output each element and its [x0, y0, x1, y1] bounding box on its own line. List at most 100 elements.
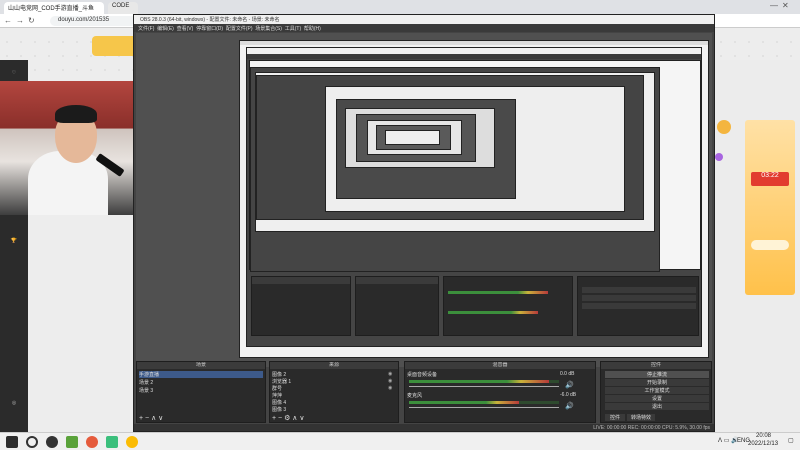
chrome-taskbar-icon[interactable]	[126, 436, 138, 448]
menu-file[interactable]: 文件(F)	[138, 26, 154, 32]
dock-header	[252, 277, 350, 284]
heart-icon[interactable]: ♡	[4, 70, 24, 76]
close-icon[interactable]: ✕	[782, 1, 789, 10]
promo-card[interactable]: 03:22	[745, 120, 795, 295]
minimize-icon[interactable]: —	[770, 1, 778, 10]
button-label: 设置	[651, 396, 662, 402]
nested-screen-1	[239, 40, 709, 358]
status-text: LIVE: 00:00:00 REC: 00:00:00 CPU: 5.9%, …	[593, 425, 710, 431]
menu-view[interactable]: 查看(V)	[177, 26, 194, 32]
clock-time[interactable]: 20:08	[756, 433, 771, 439]
nested-meter	[448, 291, 548, 294]
menu-edit[interactable]: 编辑(E)	[157, 26, 174, 32]
trophy-icon[interactable]: 🏆	[4, 238, 24, 244]
visibility-eye-icon[interactable]: ◉	[388, 385, 392, 391]
menu-scene-collection[interactable]: 场景集合(S)	[255, 26, 282, 32]
right-ad-column: 03:22	[715, 60, 800, 432]
exit-button[interactable]: 退出	[605, 403, 709, 410]
source-item[interactable]: 图像 4	[272, 399, 286, 406]
search-icon[interactable]	[26, 436, 38, 448]
start-recording-button[interactable]: 开始录制	[605, 379, 709, 386]
app-taskbar-icon[interactable]	[106, 436, 118, 448]
obs-window: OBS 28.0.3 (64-bit, windows) - 配置文件: 未命名…	[133, 14, 715, 432]
tray-icons[interactable]: ᐱ ▭ 🔊	[718, 437, 739, 444]
visibility-eye-icon[interactable]: ◉	[388, 371, 392, 377]
button-label: 开始录制	[646, 380, 667, 386]
nested-obs-3	[256, 75, 644, 220]
notification-icon[interactable]: ▢	[788, 437, 794, 444]
audio-mixer-dock: 混音器 桌面音频设备 0.0 dB 🔊 麦克风 -6.0 dB 🔊	[404, 361, 596, 423]
add-scene-icon[interactable]: + − ∧ ∨	[139, 414, 163, 422]
nested-screen-7	[385, 130, 440, 145]
app-taskbar-icon[interactable]	[86, 436, 98, 448]
nested-obs-5	[356, 114, 476, 162]
promo-banner	[751, 240, 789, 250]
obs-preview[interactable]	[136, 33, 712, 367]
nested-obs-6	[376, 125, 451, 150]
obs-menu-bar: 文件(F) 编辑(E) 查看(V) 停靠窗口(D) 配置文件(P) 场景集合(S…	[134, 24, 714, 32]
source-label: 图像 3	[272, 407, 287, 413]
clock-date[interactable]: 2022/12/13	[748, 441, 778, 447]
menu-help[interactable]: 帮助(H)	[304, 26, 321, 32]
menu-docks[interactable]: 停靠窗口(D)	[196, 26, 223, 32]
tab-transitions[interactable]: 转场特效	[627, 414, 655, 421]
volume-meter	[409, 380, 549, 383]
button-label: 工作室模式	[644, 388, 670, 394]
obs-taskbar-icon[interactable]	[46, 436, 58, 448]
mixer-channel-db: 0.0 dB	[560, 371, 574, 377]
nested-sources-dock	[355, 276, 439, 336]
nested-obs-1	[246, 47, 702, 347]
volume-slider[interactable]	[409, 407, 559, 408]
nested-screen-5	[345, 108, 495, 168]
db-label: -6.0 dB	[560, 392, 577, 398]
scene-label: 场景 2	[139, 380, 154, 386]
source-item[interactable]: 图像 2	[272, 371, 286, 378]
menu-profile[interactable]: 配置文件(P)	[226, 26, 253, 32]
volume-meter	[409, 401, 519, 404]
nested-menu	[247, 54, 701, 59]
promo-timer: 03:22	[751, 172, 789, 186]
forward-icon[interactable]: →	[16, 16, 24, 25]
visibility-eye-icon[interactable]: ◉	[388, 378, 392, 384]
scene-label: 场景 3	[139, 388, 154, 394]
channel-label: 麦克风	[407, 393, 423, 399]
tab-controls[interactable]: 控件	[605, 414, 625, 421]
browser-tab-code[interactable]: CODE	[108, 2, 138, 14]
controls-header: 控件	[601, 362, 711, 369]
mixer-channel-name: 麦克风	[407, 392, 422, 399]
reload-icon[interactable]: ↻	[28, 16, 35, 25]
mixer-channel-db: -6.0 dB	[560, 392, 576, 398]
nested-meter	[448, 311, 538, 314]
nested-screen-3	[255, 72, 655, 232]
headset-icon[interactable]: ◎	[4, 400, 24, 406]
browser-tab-douyu[interactable]: 山山电竞网_COD手游直播_斗鱼	[4, 2, 104, 14]
tab-label: 转场特效	[630, 415, 651, 421]
channel-label: 桌面音频设备	[407, 372, 438, 378]
source-item[interactable]: 萍萍	[272, 392, 282, 399]
windows-taskbar: ᐱ ▭ 🔊 ENG 20:08 2022/12/13 ▢	[0, 432, 800, 450]
dock-header	[356, 277, 438, 284]
tab-label: 山山电竞网_COD手游直播_斗鱼	[8, 6, 95, 12]
volume-slider[interactable]	[409, 386, 559, 387]
mixer-channel-name: 桌面音频设备	[407, 371, 437, 378]
scene-item[interactable]: 场景 2	[139, 379, 153, 386]
back-icon[interactable]: ←	[4, 16, 12, 25]
window-title: OBS 28.0.3 (64-bit, windows) - 配置文件: 未命名…	[140, 17, 280, 23]
decorative-dot	[715, 153, 723, 161]
source-item[interactable]: 图像 3	[272, 406, 286, 413]
windows-start-icon[interactable]	[6, 436, 18, 448]
tab-label: CODE	[112, 3, 130, 9]
speaker-icon[interactable]: 🔊	[565, 402, 574, 410]
app-taskbar-icon[interactable]	[66, 436, 78, 448]
stop-streaming-button[interactable]: 停止推流	[605, 371, 709, 378]
scene-item[interactable]: 场景 3	[139, 387, 153, 394]
obs-title-bar: OBS 28.0.3 (64-bit, windows) - 配置文件: 未命名…	[134, 15, 714, 24]
studio-mode-button[interactable]: 工作室模式	[605, 387, 709, 394]
scene-item[interactable]: 手游直播	[139, 371, 263, 378]
source-item[interactable]: 浏览器 1	[272, 378, 291, 385]
menu-tools[interactable]: 工具(T)	[285, 26, 301, 32]
speaker-icon[interactable]: 🔊	[565, 381, 574, 389]
settings-button[interactable]: 设置	[605, 395, 709, 402]
add-source-icon[interactable]: + − ⚙ ∧ ∨	[272, 414, 304, 422]
source-item[interactable]: 群号	[272, 385, 282, 392]
